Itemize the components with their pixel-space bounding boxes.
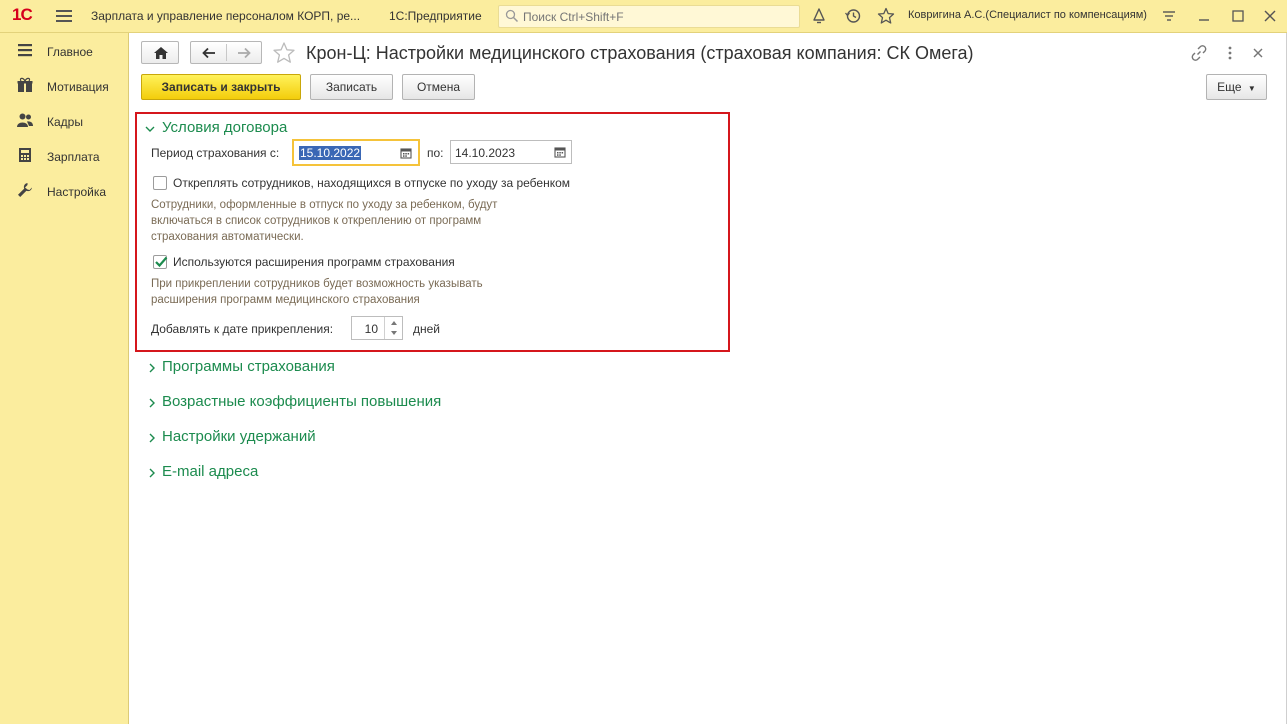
chevron-down-icon: ▼	[1247, 84, 1256, 93]
chevron-down-icon[interactable]	[390, 330, 398, 336]
group-email-addresses[interactable]: E-mail адреса	[145, 463, 275, 485]
main-menu-icon[interactable]	[56, 8, 72, 24]
global-search[interactable]	[498, 5, 800, 28]
back-arrow-icon[interactable]	[201, 45, 217, 61]
navigation-buttons	[190, 41, 262, 64]
chevron-right-icon	[149, 363, 155, 373]
wrench-icon	[18, 183, 32, 197]
group-title: E-mail адреса	[162, 463, 259, 480]
search-input[interactable]	[521, 8, 791, 25]
menu-lines-icon	[18, 44, 32, 57]
sidebar-item-personnel[interactable]: Кадры	[0, 105, 128, 135]
group-age-coefficients[interactable]: Возрастные коэффициенты повышения	[145, 393, 465, 415]
sections-panel: Главное Мотивация Кадры Зарплата Настрой…	[0, 33, 129, 724]
form-title: Крон-Ц: Настройки медицинского страхован…	[306, 43, 974, 63]
app-title: Зарплата и управление персоналом КОРП, р…	[91, 9, 361, 23]
bell-icon[interactable]	[810, 7, 828, 25]
detach-employees-checkbox[interactable]	[153, 176, 167, 190]
detach-employees-label[interactable]: Откреплять сотрудников, находящихся в от…	[173, 176, 570, 190]
cancel-button[interactable]: Отмена	[402, 74, 475, 100]
form-close-icon[interactable]	[1249, 44, 1267, 62]
sidebar-item-label: Мотивация	[47, 80, 109, 94]
date-from-field[interactable]: 15.10.2022	[292, 139, 420, 166]
group-deduction-settings[interactable]: Настройки удержаний	[145, 428, 335, 450]
search-icon	[505, 9, 519, 23]
link-icon[interactable]	[1190, 44, 1208, 62]
chevron-down-icon[interactable]	[145, 124, 155, 134]
calendar-icon[interactable]	[398, 145, 414, 161]
sidebar-item-label: Зарплата	[47, 150, 100, 164]
calendar-icon[interactable]	[552, 144, 568, 160]
stepper-arrows[interactable]	[384, 317, 402, 339]
detach-employees-hint: Сотрудники, оформленные в отпуск по уход…	[151, 199, 498, 243]
sidebar-item-salary[interactable]: Зарплата	[0, 140, 128, 170]
group-insurance-programs[interactable]: Программы страхования	[145, 358, 365, 380]
period-to-label: по:	[427, 146, 444, 160]
group-title: Настройки удержаний	[162, 428, 316, 445]
home-button[interactable]	[141, 41, 179, 64]
platform-name: 1С:Предприятие	[389, 9, 482, 23]
chevron-right-icon	[149, 433, 155, 443]
more-vertical-icon[interactable]	[1221, 44, 1239, 62]
sidebar-item-label: Кадры	[47, 115, 83, 129]
calculator-icon	[19, 148, 31, 162]
sidebar-item-main[interactable]: Главное	[0, 35, 128, 65]
insurance-extensions-hint: При прикреплении сотрудников будет возмо…	[151, 278, 483, 306]
sidebar-item-label: Настройка	[47, 185, 107, 199]
minimize-icon[interactable]	[1195, 7, 1213, 25]
favorite-star-icon[interactable]	[272, 41, 296, 65]
chevron-right-icon	[149, 398, 155, 408]
top-bar: 1С Зарплата и управление персоналом КОРП…	[0, 0, 1287, 33]
maximize-icon[interactable]	[1229, 7, 1247, 25]
save-button[interactable]: Записать	[310, 74, 393, 100]
history-icon[interactable]	[844, 7, 862, 25]
forward-arrow-icon[interactable]	[236, 45, 252, 61]
sidebar-item-motivation[interactable]: Мотивация	[0, 70, 128, 100]
close-icon[interactable]	[1261, 7, 1279, 25]
app-logo[interactable]: 1С	[12, 5, 33, 25]
insurance-extensions-label[interactable]: Используются расширения программ страхов…	[173, 255, 455, 269]
save-and-close-button[interactable]: Записать и закрыть	[141, 74, 301, 100]
more-actions-button[interactable]: Еще ▼	[1206, 74, 1267, 100]
group-title: Программы страхования	[162, 358, 335, 375]
add-days-stepper[interactable]: 10	[351, 316, 403, 340]
people-icon	[17, 113, 33, 127]
add-days-label: Добавлять к дате прикрепления:	[151, 322, 334, 336]
days-unit-label: дней	[413, 322, 441, 336]
insurance-extensions-checkbox[interactable]	[153, 255, 168, 269]
date-to-field[interactable]: 14.10.2023	[450, 140, 572, 164]
gifts-icon	[17, 77, 33, 92]
sidebar-item-label: Главное	[47, 45, 93, 59]
date-to-value[interactable]: 14.10.2023	[455, 146, 515, 160]
star-icon[interactable]	[877, 7, 895, 25]
settings-lines-icon[interactable]	[1160, 7, 1178, 25]
group-title-contract-conditions[interactable]: Условия договора	[162, 119, 287, 136]
add-days-value[interactable]: 10	[365, 322, 378, 336]
current-user[interactable]: Ковригина А.С.(Специалист по компенсация…	[908, 9, 1147, 21]
chevron-up-icon[interactable]	[390, 320, 398, 326]
period-label: Период страхования с:	[151, 146, 280, 160]
date-from-value[interactable]: 15.10.2022	[299, 146, 362, 160]
chevron-right-icon	[149, 468, 155, 478]
checkmark-icon	[155, 256, 168, 268]
group-title: Возрастные коэффициенты повышения	[162, 393, 442, 410]
home-icon	[154, 47, 168, 59]
more-actions-label: Еще	[1217, 80, 1242, 94]
sidebar-item-settings[interactable]: Настройка	[0, 175, 128, 205]
